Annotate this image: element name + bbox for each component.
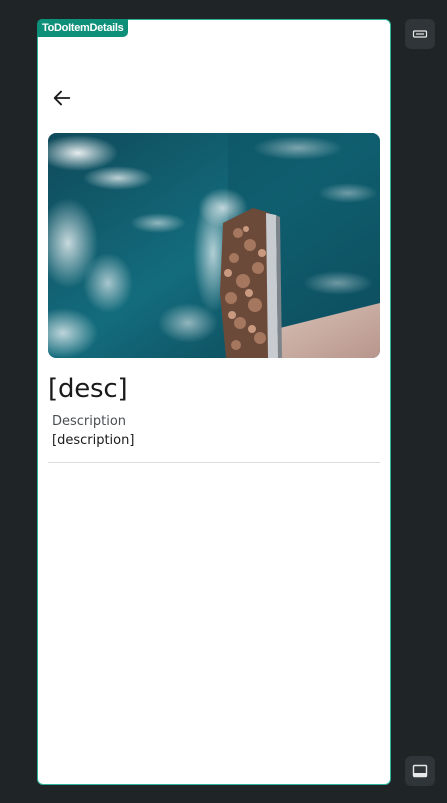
description-label: Description <box>52 414 127 429</box>
keyboard-icon <box>412 30 428 38</box>
frame-label: ToDoItemDetails <box>37 19 129 37</box>
dock-bottom-icon <box>412 764 428 778</box>
arrow-left-icon <box>53 90 71 106</box>
description-value: [description] <box>52 433 135 448</box>
item-title: [desc] <box>48 374 128 404</box>
hero-image <box>48 133 380 358</box>
dock-toggle-button[interactable] <box>405 756 435 786</box>
keyboard-toggle-button[interactable] <box>405 19 435 49</box>
back-button[interactable] <box>50 86 74 110</box>
device-frame: [desc] Description [description] <box>37 19 391 785</box>
divider <box>48 462 380 463</box>
